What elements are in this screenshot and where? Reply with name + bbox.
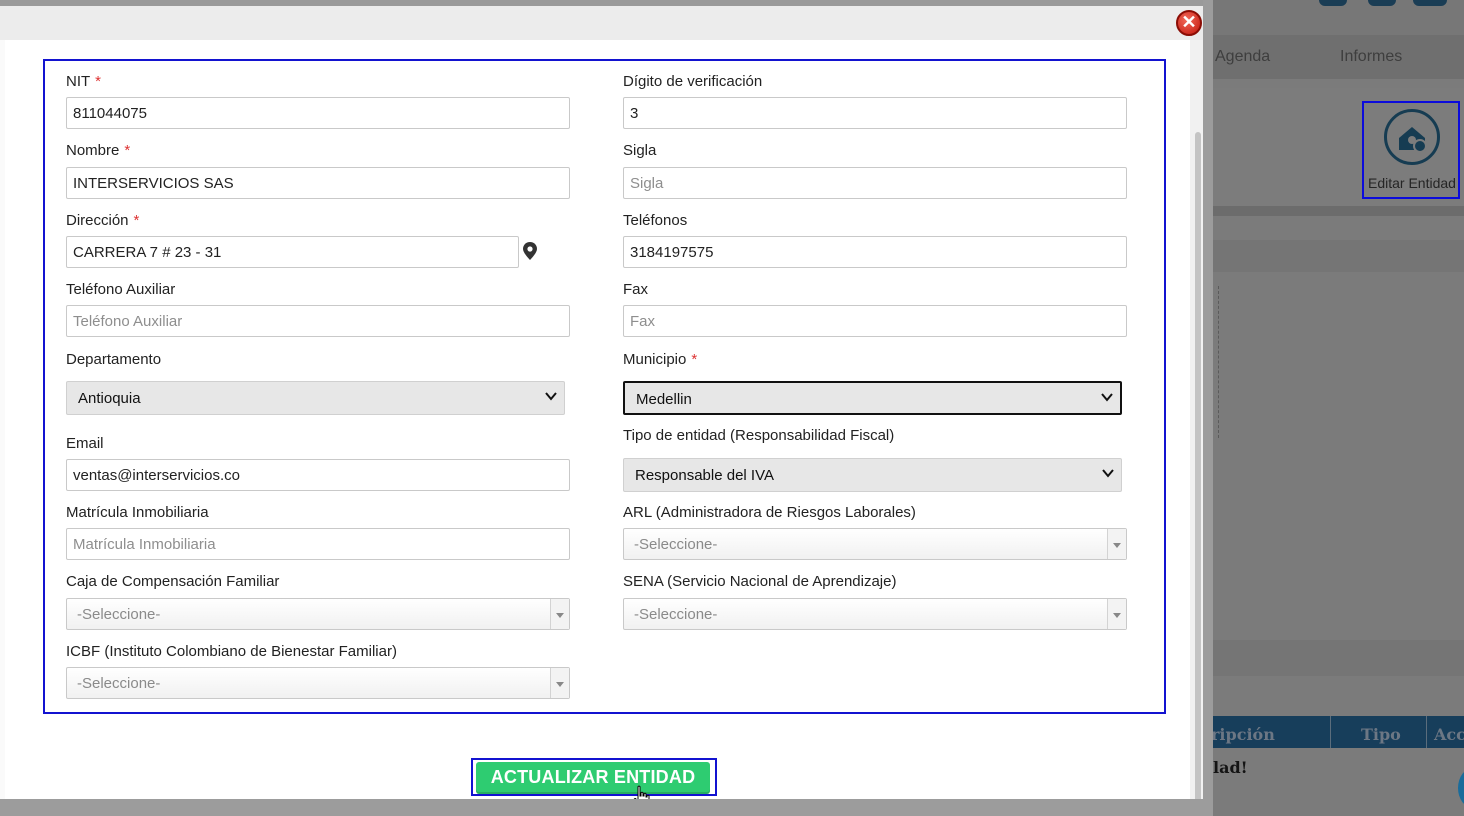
- chevron-down-icon: [545, 392, 557, 401]
- arl-value: -Seleccione-: [634, 536, 718, 553]
- matricula-label: Matrícula Inmobiliaria: [66, 504, 209, 521]
- modal-bottom-edge: [0, 799, 1213, 816]
- telefonos-input[interactable]: [623, 236, 1127, 268]
- update-entity-button[interactable]: ACTUALIZAR ENTIDAD: [476, 762, 710, 792]
- tipo-entidad-value: Responsable del IVA: [635, 467, 774, 484]
- modal-right-edge: [1203, 0, 1213, 816]
- matricula-input[interactable]: [66, 528, 570, 560]
- map-pin-icon[interactable]: [523, 242, 537, 260]
- arl-combobox[interactable]: -Seleccione-: [623, 528, 1127, 560]
- close-button[interactable]: ✕: [1176, 10, 1202, 36]
- icbf-value: -Seleccione-: [77, 675, 161, 692]
- modal-header: [0, 6, 1213, 40]
- edit-entity-label: Editar Entidad: [1368, 175, 1456, 191]
- table-header: ripción Tipo Acc: [1211, 716, 1464, 748]
- edit-entity-modal: ✕ NIT* Dígito de verificación Nombre* Si…: [0, 0, 1213, 816]
- divider: [1213, 206, 1464, 216]
- tools-icon: [1413, 0, 1447, 6]
- fax-label: Fax: [623, 281, 649, 298]
- nav-item-agenda[interactable]: Agenda: [1215, 48, 1270, 66]
- tipo-entidad-label: Tipo de entidad (Responsabilidad Fiscal): [623, 427, 895, 444]
- direccion-label: Dirección *: [66, 212, 140, 229]
- telefono-auxiliar-input[interactable]: [66, 305, 570, 337]
- municipio-select[interactable]: Medellin: [623, 381, 1122, 415]
- sena-label: SENA (Servicio Nacional de Aprendizaje): [623, 573, 897, 590]
- chat-bubble[interactable]: [1458, 768, 1464, 808]
- edit-entity-icon: [1384, 109, 1440, 165]
- arl-label: ARL (Administradora de Riesgos Laborales…: [623, 504, 916, 521]
- chevron-down-icon: [1101, 393, 1113, 402]
- email-input[interactable]: [66, 459, 570, 491]
- icbf-combobox[interactable]: -Seleccione-: [66, 667, 570, 699]
- dropdown-arrow-icon[interactable]: [550, 668, 569, 698]
- email-label: Email: [66, 435, 104, 452]
- column-header-acciones: Acc: [1434, 725, 1464, 744]
- dropdown-arrow-icon[interactable]: [1107, 529, 1126, 559]
- edit-entity-button[interactable]: Editar Entidad: [1362, 101, 1460, 199]
- icbf-label: ICBF (Instituto Colombiano de Bienestar …: [66, 643, 397, 660]
- chevron-down-icon: [1102, 469, 1114, 478]
- caja-value: -Seleccione-: [77, 606, 161, 623]
- sena-value: -Seleccione-: [634, 606, 718, 623]
- main-nav: Agenda Informes: [1213, 35, 1464, 79]
- fax-input[interactable]: [623, 305, 1127, 337]
- municipio-label: Municipio *: [623, 351, 698, 368]
- modal-left-edge: [0, 40, 5, 800]
- nav-item-informes[interactable]: Informes: [1340, 48, 1402, 66]
- user-icon: [1368, 0, 1396, 6]
- table-empty-message: lad!: [1213, 758, 1248, 777]
- digito-label: Dígito de verificación: [623, 73, 763, 90]
- notification-icon: [1319, 0, 1347, 6]
- tipo-entidad-select[interactable]: Responsable del IVA: [623, 458, 1122, 492]
- digito-input[interactable]: [623, 97, 1127, 129]
- departamento-select[interactable]: Antioquia: [66, 381, 565, 415]
- sena-combobox[interactable]: -Seleccione-: [623, 598, 1127, 630]
- municipio-value: Medellin: [636, 391, 692, 408]
- dropdown-arrow-icon[interactable]: [550, 599, 569, 629]
- telefono-auxiliar-label: Teléfono Auxiliar: [66, 281, 176, 298]
- caja-combobox[interactable]: -Seleccione-: [66, 598, 570, 630]
- top-bar: [1213, 0, 1464, 35]
- nombre-input[interactable]: [66, 167, 570, 199]
- nit-input[interactable]: [66, 97, 570, 129]
- scrollbar-thumb[interactable]: [1195, 132, 1201, 804]
- panel-header: [1213, 240, 1464, 272]
- dashed-area: [1213, 286, 1219, 438]
- departamento-label: Departamento: [66, 351, 162, 368]
- dropdown-arrow-icon[interactable]: [1107, 599, 1126, 629]
- section-header: [1213, 640, 1464, 676]
- column-header-descripcion: ripción: [1211, 725, 1275, 744]
- background-app: Agenda Informes Editar Entidad ripción T…: [1211, 0, 1464, 816]
- caja-label: Caja de Compensación Familiar: [66, 573, 280, 590]
- sigla-input[interactable]: [623, 167, 1127, 199]
- nombre-label: Nombre *: [66, 142, 131, 159]
- telefonos-label: Teléfonos: [623, 212, 688, 229]
- nit-label: NIT *: [66, 73, 102, 90]
- departamento-value: Antioquia: [78, 390, 141, 407]
- direccion-input[interactable]: [66, 236, 519, 268]
- sigla-label: Sigla: [623, 142, 657, 159]
- column-header-tipo: Tipo: [1361, 725, 1401, 744]
